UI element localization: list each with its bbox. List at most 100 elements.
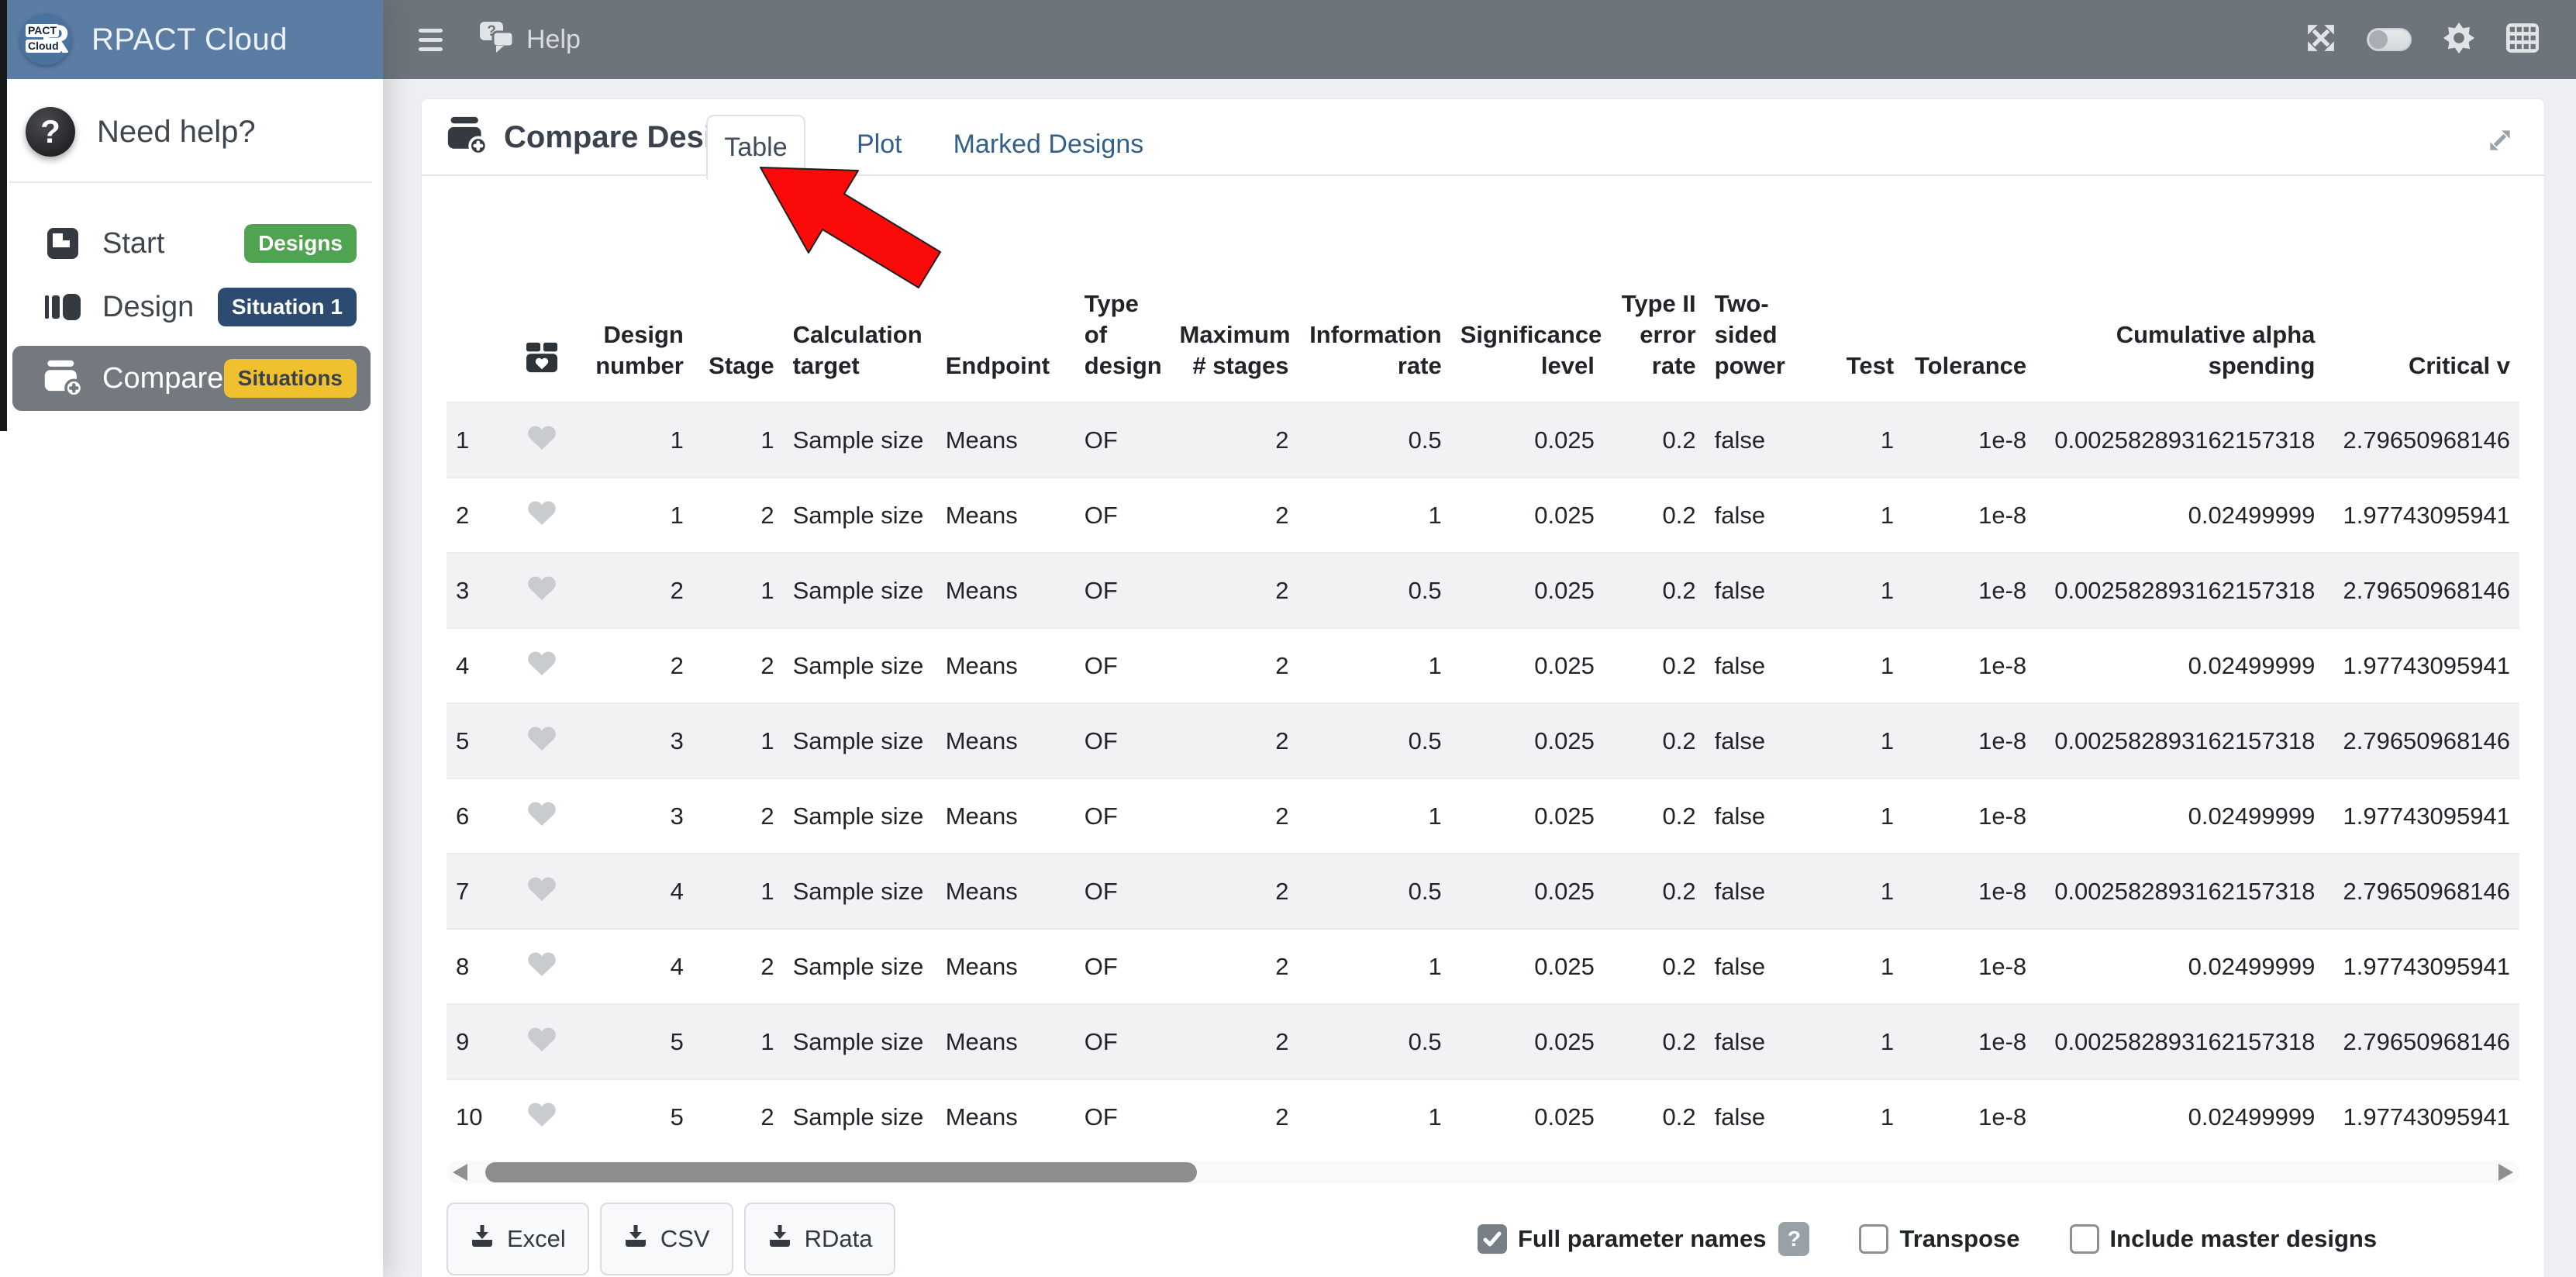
- cell-test: 1: [1821, 703, 1904, 778]
- cell-target: Sample size: [784, 553, 936, 628]
- cell-type: OF: [1075, 854, 1171, 929]
- cell-endpoint: Means: [936, 1004, 1075, 1079]
- cell-endpoint: Means: [936, 703, 1075, 778]
- sidebar-divider: [9, 181, 372, 183]
- tab-plot[interactable]: Plot: [857, 115, 902, 179]
- cell-max_stages: 2: [1171, 402, 1298, 478]
- cell-type: OF: [1075, 628, 1171, 703]
- app-title: RPACT Cloud: [91, 22, 288, 57]
- download-icon: [623, 1224, 648, 1255]
- export-rdata-button[interactable]: RData: [744, 1203, 896, 1275]
- cell-target: Sample size: [784, 478, 936, 553]
- cell-target: Sample size: [784, 929, 936, 1004]
- cell-two_sided: false: [1705, 1079, 1821, 1154]
- cell-info_rate: 1: [1298, 1079, 1451, 1154]
- cell-cum_alpha: 0.02499999: [2036, 929, 2324, 1004]
- cell-sig_level: 0.025: [1451, 929, 1604, 1004]
- table-row: 741Sample sizeMeansOF20.50.0250.2false11…: [447, 854, 2519, 929]
- cell-target: Sample size: [784, 854, 936, 929]
- expand-arrows-icon[interactable]: [2306, 23, 2336, 57]
- cell-two_sided: false: [1705, 478, 1821, 553]
- cell-sig_level: 0.025: [1451, 1079, 1604, 1154]
- cell-test: 1: [1821, 628, 1904, 703]
- sidebar-item-start[interactable]: StartDesigns: [12, 219, 371, 268]
- scrollbar-thumb[interactable]: [485, 1162, 1197, 1182]
- tab-marked-designs[interactable]: Marked Designs: [953, 115, 1144, 179]
- cell-info_rate: 0.5: [1298, 553, 1451, 628]
- favorite-cell: [514, 929, 570, 1004]
- table-row: 111Sample sizeMeansOF20.50.0250.2false11…: [447, 402, 2519, 478]
- horizontal-scrollbar[interactable]: [447, 1161, 2519, 1184]
- cell-type: OF: [1075, 478, 1171, 553]
- heart-icon[interactable]: [526, 1100, 557, 1134]
- option-transpose[interactable]: Transpose: [1859, 1224, 2019, 1254]
- cell-tolerance: 1e-8: [1903, 402, 2036, 478]
- hamburger-menu-button[interactable]: [419, 29, 443, 51]
- cell-stage: 2: [693, 628, 784, 703]
- stacked-boxes-plus-icon: [43, 359, 82, 398]
- export-excel-button[interactable]: Excel: [447, 1203, 589, 1275]
- favorite-cell: [514, 628, 570, 703]
- cell-design: 5: [570, 1004, 693, 1079]
- tables-grid-icon[interactable]: [2506, 23, 2539, 57]
- heart-icon[interactable]: [526, 950, 557, 984]
- tab-table[interactable]: Table: [706, 115, 805, 179]
- cell-endpoint: Means: [936, 929, 1075, 1004]
- favorite-cell: [514, 402, 570, 478]
- main-content: Compare Designs TablePlotMarked Designs: [383, 79, 2576, 1277]
- sidebar-item-label: Start: [102, 227, 164, 261]
- cell-cum_alpha: 0.02499999: [2036, 1079, 2324, 1154]
- cell-info_rate: 1: [1298, 478, 1451, 553]
- cell-beta: 0.2: [1604, 1079, 1705, 1154]
- cell-cum_alpha: 0.02499999: [2036, 628, 2324, 703]
- window-edge-strip: [0, 0, 7, 431]
- panel-expand-icon[interactable]: [2485, 126, 2515, 155]
- theme-toggle-switch[interactable]: [2367, 28, 2412, 51]
- scroll-right-arrow[interactable]: [2498, 1164, 2513, 1181]
- option-full-parameter-names[interactable]: Full parameter names?: [1478, 1222, 1809, 1256]
- cell-max_stages: 2: [1171, 703, 1298, 778]
- cell-max_stages: 2: [1171, 854, 1298, 929]
- table-row: 1052Sample sizeMeansOF210.0250.2false11e…: [447, 1079, 2519, 1154]
- cell-max_stages: 2: [1171, 478, 1298, 553]
- sidebar-item-compare[interactable]: CompareSituations: [12, 346, 371, 411]
- cell-two_sided: false: [1705, 703, 1821, 778]
- settings-gear-icon[interactable]: [2443, 22, 2475, 58]
- heart-icon[interactable]: [526, 875, 557, 909]
- favorite-cell: [514, 1004, 570, 1079]
- cell-test: 1: [1821, 1079, 1904, 1154]
- checkbox-checked[interactable]: [1478, 1224, 1507, 1254]
- cell-info_rate: 0.5: [1298, 402, 1451, 478]
- cell-cum_alpha: 0.02499999: [2036, 778, 2324, 854]
- help-tooltip-badge[interactable]: ?: [1778, 1222, 1809, 1256]
- export-button-label: CSV: [660, 1225, 710, 1253]
- export-csv-button[interactable]: CSV: [600, 1203, 733, 1275]
- heart-icon[interactable]: [526, 574, 557, 608]
- sidebar-header: R PACT Cloud RPACT Cloud: [0, 0, 383, 79]
- help-button[interactable]: ? Help: [480, 22, 581, 58]
- heart-icon[interactable]: [526, 799, 557, 834]
- column-header: Tolerance: [1903, 207, 2036, 402]
- cell-sig_level: 0.025: [1451, 402, 1604, 478]
- checkbox-unchecked[interactable]: [1859, 1224, 1888, 1254]
- scroll-left-arrow[interactable]: [453, 1164, 467, 1181]
- heart-icon[interactable]: [526, 1025, 557, 1059]
- cell-design: 3: [570, 778, 693, 854]
- cell-num: 10: [447, 1079, 514, 1154]
- cell-target: Sample size: [784, 628, 936, 703]
- heart-icon[interactable]: [526, 649, 557, 683]
- favorite-cell: [514, 478, 570, 553]
- checkbox-unchecked[interactable]: [2070, 1224, 2099, 1254]
- table-row: 632Sample sizeMeansOF210.0250.2false11e-…: [447, 778, 2519, 854]
- cell-test: 1: [1821, 778, 1904, 854]
- heart-icon[interactable]: [526, 499, 557, 533]
- option-include-master-designs[interactable]: Include master designs: [2070, 1224, 2378, 1254]
- export-button-label: RData: [805, 1225, 873, 1253]
- cell-critical: 2.79650968146: [2324, 1004, 2519, 1079]
- sidebar-item-design[interactable]: DesignSituation 1: [12, 282, 371, 332]
- need-help-link[interactable]: ? Need help?: [0, 79, 383, 157]
- heart-icon[interactable]: [526, 423, 557, 457]
- cell-test: 1: [1821, 402, 1904, 478]
- favorite-cell: [514, 778, 570, 854]
- heart-icon[interactable]: [526, 724, 557, 758]
